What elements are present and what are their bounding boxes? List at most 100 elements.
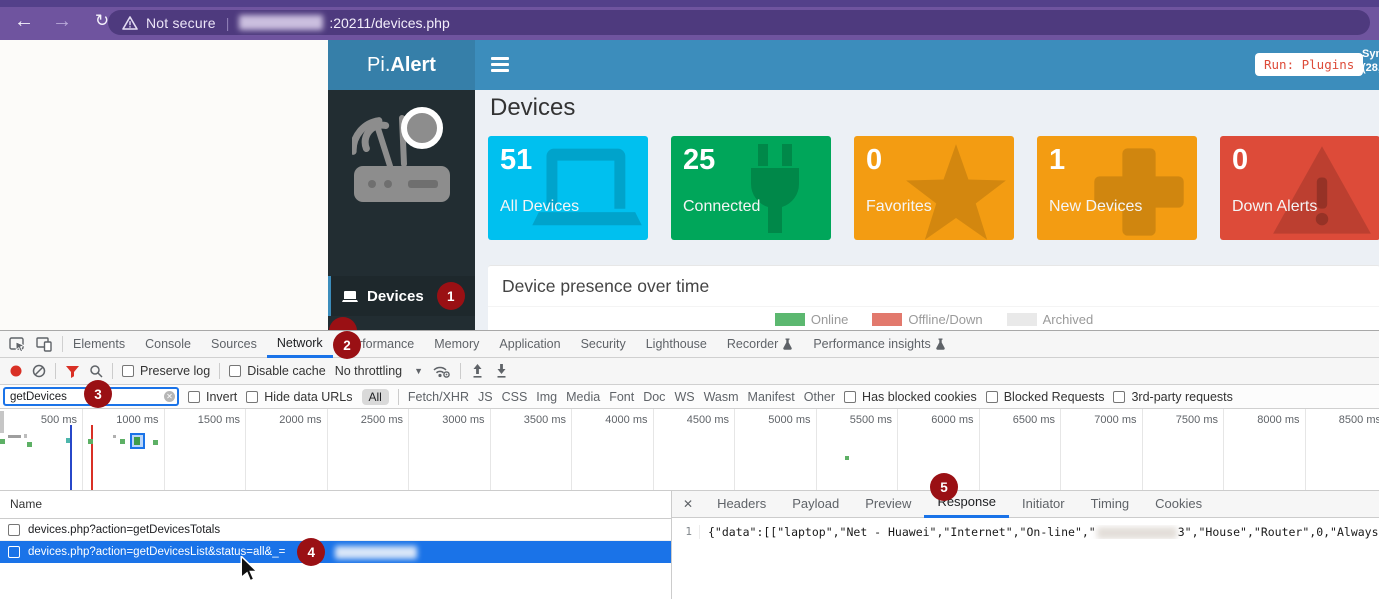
chart-legend: Online Offline/Down Archived: [488, 312, 1379, 327]
disable-cache-option[interactable]: Disable cache: [229, 364, 326, 378]
filter-type-media[interactable]: Media: [566, 390, 600, 404]
hide-data-urls-checkbox[interactable]: [246, 391, 258, 403]
close-icon[interactable]: ✕: [672, 497, 704, 511]
legend-item-online[interactable]: Online: [775, 312, 849, 327]
request-checkbox[interactable]: [8, 546, 20, 558]
stat-card-all-devices[interactable]: 51 All Devices: [488, 136, 648, 240]
request-row-devices-list[interactable]: devices.php?action=getDevicesList&status…: [0, 541, 671, 563]
invert-checkbox[interactable]: [188, 391, 200, 403]
details-tab-bar: ✕ Headers Payload Preview Response Initi…: [672, 491, 1379, 518]
flask-icon: [935, 338, 946, 351]
invert-option[interactable]: Invert: [188, 390, 237, 404]
preserve-log-checkbox[interactable]: [122, 365, 134, 377]
filter-type-img[interactable]: Img: [536, 390, 557, 404]
network-overview[interactable]: 500 ms1000 ms1500 ms2000 ms2500 ms3000 m…: [0, 409, 1379, 491]
filter-type-font[interactable]: Font: [609, 390, 634, 404]
pialert-app: Pi.Alert Run: Plugins Syn (28,: [328, 40, 1379, 330]
timeline-tick-label: 2500 ms: [328, 414, 403, 426]
legend-item-offline[interactable]: Offline/Down: [872, 312, 982, 327]
stat-card-favorites[interactable]: 0 Favorites: [854, 136, 1014, 240]
clear-filter-icon[interactable]: ✕: [164, 391, 175, 402]
tab-headers[interactable]: Headers: [704, 491, 779, 518]
blocked-cookies-option[interactable]: Has blocked cookies: [844, 390, 977, 404]
stat-card-new-devices[interactable]: 1 New Devices: [1037, 136, 1197, 240]
network-toolbar: Preserve log Disable cache No throttling…: [0, 358, 1379, 385]
filter-type-manifest[interactable]: Manifest: [748, 390, 795, 404]
sidebar-item-devices[interactable]: Devices 1: [328, 276, 475, 316]
device-toolbar-icon[interactable]: [36, 337, 52, 352]
timeline-tick-label: 3500 ms: [491, 414, 566, 426]
blocked-requests-checkbox[interactable]: [986, 391, 998, 403]
sidebar-toggle-icon[interactable]: [491, 57, 509, 72]
filter-type-doc[interactable]: Doc: [643, 390, 665, 404]
not-secure-label: Not secure: [146, 15, 216, 31]
record-icon[interactable]: [9, 364, 23, 378]
stat-card-down-alerts[interactable]: 0 Down Alerts: [1220, 136, 1379, 240]
annotation-badge-3: 3: [84, 380, 112, 408]
tab-cookies[interactable]: Cookies: [1142, 491, 1215, 518]
inspect-element-icon[interactable]: [9, 336, 26, 352]
response-body[interactable]: 1 {"data":[["laptop","Net - Huawei","Int…: [672, 518, 1379, 539]
tab-timing[interactable]: Timing: [1078, 491, 1143, 518]
brand-prefix: Pi.: [367, 54, 390, 77]
tab-application[interactable]: Application: [489, 331, 570, 358]
tab-sources[interactable]: Sources: [201, 331, 267, 358]
tab-performance-insights[interactable]: Performance insights: [803, 331, 955, 358]
request-dot: [88, 439, 93, 444]
stat-value: 0: [866, 144, 882, 177]
run-plugins-button[interactable]: Run: Plugins: [1255, 53, 1363, 76]
filter-type-all[interactable]: All: [362, 389, 389, 405]
screen: ← → ↻ Not secure | :20211/devices.php Pi…: [0, 0, 1379, 599]
tab-console[interactable]: Console: [135, 331, 201, 358]
address-bar[interactable]: Not secure | :20211/devices.php: [108, 10, 1370, 35]
stat-card-connected[interactable]: 25 Connected: [671, 136, 831, 240]
back-icon[interactable]: ←: [12, 9, 36, 33]
browser-toolbar: ← → ↻ Not secure | :20211/devices.php: [0, 0, 1379, 40]
network-conditions-icon[interactable]: [432, 363, 451, 379]
request-dot: [27, 442, 32, 447]
request-row-totals[interactable]: devices.php?action=getDevicesTotals: [0, 519, 671, 541]
import-har-icon[interactable]: [470, 363, 485, 379]
blocked-requests-option[interactable]: Blocked Requests: [986, 390, 1105, 404]
tab-elements[interactable]: Elements: [63, 331, 135, 358]
tab-preview[interactable]: Preview: [852, 491, 924, 518]
requests-name-header[interactable]: Name: [0, 491, 671, 519]
tab-recorder[interactable]: Recorder: [717, 331, 803, 358]
laptop-icon: [532, 142, 642, 234]
third-party-option[interactable]: 3rd-party requests: [1113, 390, 1232, 404]
timeline-tick-label: 2000 ms: [247, 414, 322, 426]
search-icon[interactable]: [89, 364, 103, 378]
disable-cache-checkbox[interactable]: [229, 365, 241, 377]
address-divider: |: [226, 15, 230, 31]
tab-security[interactable]: Security: [571, 331, 636, 358]
export-har-icon[interactable]: [494, 363, 509, 379]
annotation-badge-1: 1: [437, 282, 465, 310]
filter-type-other[interactable]: Other: [804, 390, 835, 404]
clear-icon[interactable]: [32, 364, 46, 378]
request-checkbox[interactable]: [8, 524, 20, 536]
filter-type-fetch-xhr[interactable]: Fetch/XHR: [408, 390, 469, 404]
request-dot: [113, 435, 116, 438]
throttling-dropdown[interactable]: No throttling▼: [335, 364, 423, 378]
forward-icon[interactable]: →: [50, 9, 74, 33]
filter-type-js[interactable]: JS: [478, 390, 493, 404]
tab-initiator[interactable]: Initiator: [1009, 491, 1078, 518]
app-logo[interactable]: Pi.Alert: [328, 40, 475, 90]
blocked-cookies-checkbox[interactable]: [844, 391, 856, 403]
tab-payload[interactable]: Payload: [779, 491, 852, 518]
third-party-checkbox[interactable]: [1113, 391, 1125, 403]
tab-network[interactable]: Network: [267, 331, 333, 358]
redacted-host: [239, 15, 323, 30]
preserve-log-option[interactable]: Preserve log: [122, 364, 210, 378]
hide-data-urls-option[interactable]: Hide data URLs: [246, 390, 352, 404]
tab-lighthouse[interactable]: Lighthouse: [636, 331, 717, 358]
filter-type-css[interactable]: CSS: [502, 390, 528, 404]
filter-icon[interactable]: [65, 365, 80, 378]
tab-memory[interactable]: Memory: [424, 331, 489, 358]
request-dot: [153, 440, 158, 445]
sidebar-item-label: Devices: [367, 288, 424, 305]
legend-item-archived[interactable]: Archived: [1007, 312, 1094, 327]
filter-type-wasm[interactable]: Wasm: [704, 390, 739, 404]
router-logo-icon: [352, 104, 452, 234]
filter-type-ws[interactable]: WS: [674, 390, 694, 404]
